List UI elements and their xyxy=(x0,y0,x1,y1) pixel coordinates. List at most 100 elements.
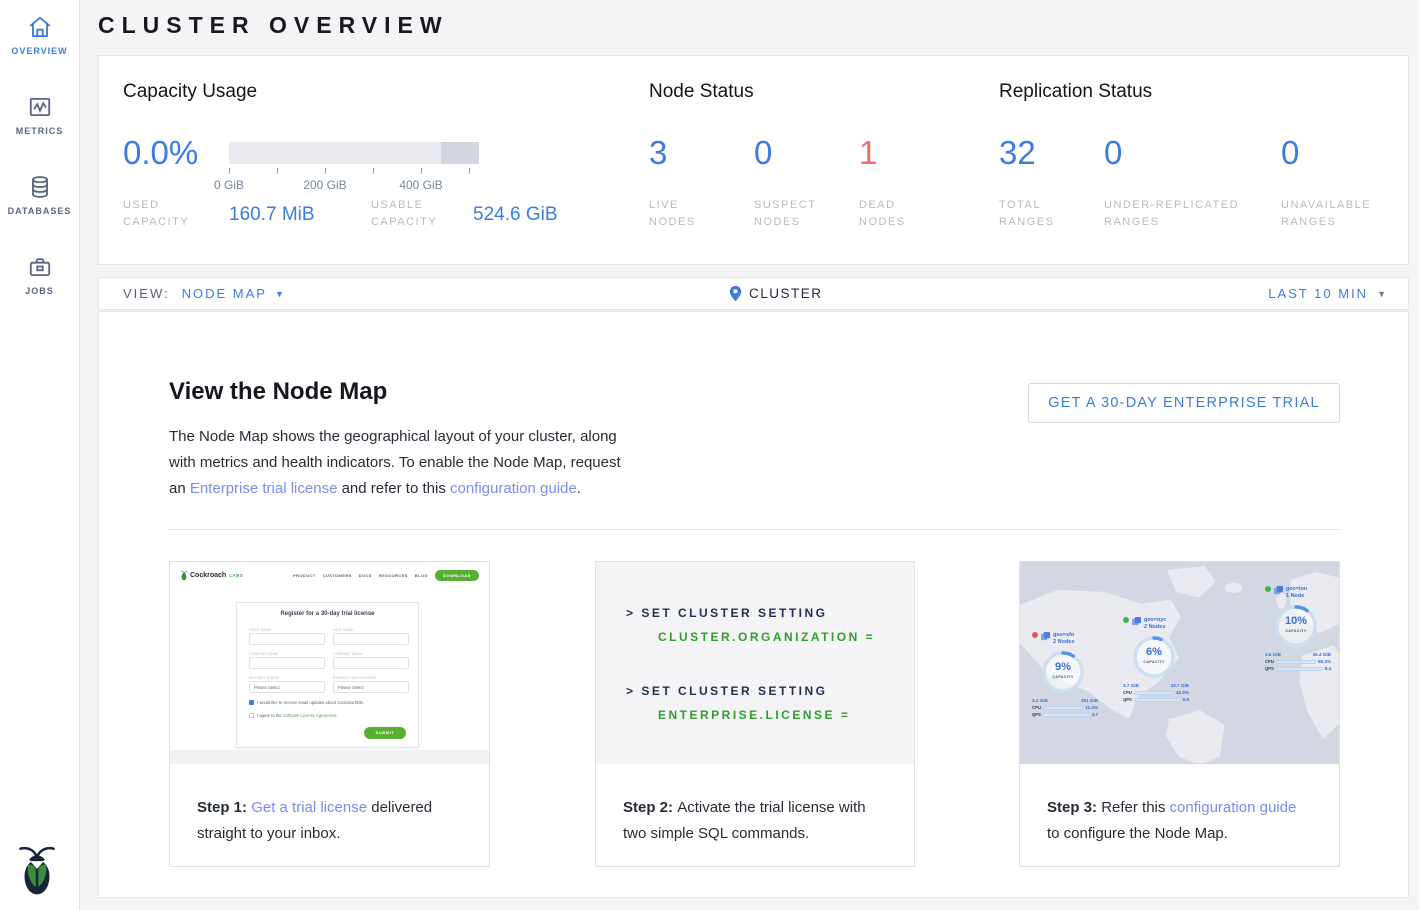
usable-capacity-value: 524.6 GiB xyxy=(473,204,558,226)
capacity-tick-label: 200 GiB xyxy=(295,178,355,192)
mini-download-button: DOWNLOAD xyxy=(435,570,479,581)
capacity-tick xyxy=(229,168,230,174)
description-text: . xyxy=(577,480,581,497)
qps-value: 4.7 xyxy=(1092,712,1098,717)
sidebar-item-label: DATABASES xyxy=(0,206,79,216)
view-toolbar: VIEW: NODE MAP ▼ CLUSTER LAST 10 MIN ▼ xyxy=(98,277,1409,310)
mini-field-label: COMPANY EMAIL xyxy=(333,652,363,656)
time-range-selector[interactable]: LAST 10 MIN ▼ xyxy=(1268,278,1386,309)
suspect-nodes-label: SUSPECT NODES xyxy=(754,197,839,231)
view-label: VIEW: xyxy=(123,286,170,301)
chevron-down-icon: ▼ xyxy=(1377,289,1386,299)
cpu-label: CPU xyxy=(1123,690,1132,695)
node-map-panel: View the Node Map The Node Map shows the… xyxy=(98,311,1409,898)
cpu-label: CPU xyxy=(1265,659,1274,664)
sidebar: OVERVIEW METRICS DATABASES JOBS xyxy=(0,0,80,910)
cpu-value: 58.3% xyxy=(1318,659,1331,664)
total-ranges-label: TOTAL RANGES xyxy=(999,197,1069,231)
sidebar-item-databases[interactable]: DATABASES xyxy=(0,174,79,216)
mini-submit-button: SUBMIT xyxy=(364,727,406,739)
unavailable-ranges-count: 0 xyxy=(1281,134,1299,172)
node-status-title: Node Status xyxy=(649,81,754,103)
replication-status-title: Replication Status xyxy=(999,81,1152,103)
live-nodes-label: LIVE NODES xyxy=(649,197,719,231)
node-map-preview: geo=sfo2 Nodes 9% CAPACITY 3.2 GiB351 Gi… xyxy=(1020,562,1339,764)
cpu-value: 42.5% xyxy=(1176,690,1189,695)
sql-line: CLUSTER.ORGANIZATION = xyxy=(658,630,875,644)
location-pin-icon xyxy=(729,285,742,302)
capacity-tick-label: 0 GiB xyxy=(199,178,259,192)
page-title: CLUSTER OVERVIEW xyxy=(98,12,449,39)
home-icon xyxy=(27,14,53,40)
locality-name: geo=nyc xyxy=(1144,617,1166,623)
capacity-caption: CAPACITY xyxy=(1131,660,1177,664)
mini-input xyxy=(333,633,409,645)
mini-website: Cockroach LABS PRODUCT CUSTOMERS DOCS RE… xyxy=(170,562,489,764)
configuration-guide-link[interactable]: configuration guide xyxy=(450,480,577,497)
view-selector[interactable]: NODE MAP xyxy=(182,286,267,301)
time-range-value: LAST 10 MIN xyxy=(1268,286,1368,301)
mini-field-label: PROJECT PHASE xyxy=(249,676,279,680)
capacity-gauge: 10% CAPACITY xyxy=(1273,603,1319,649)
step3-text: Refer this xyxy=(1101,799,1169,816)
capacity-percent: 6% xyxy=(1131,646,1177,658)
sidebar-item-label: JOBS xyxy=(0,286,79,296)
divider xyxy=(169,529,1339,530)
under-replicated-label: UNDER-REPLICATED RANGES xyxy=(1104,197,1274,231)
database-icon xyxy=(27,174,53,200)
mini-field-label: REASON FOR INTEREST xyxy=(333,676,376,680)
capacity-tick xyxy=(373,168,374,174)
get-enterprise-trial-button[interactable]: GET A 30-DAY ENTERPRISE TRIAL xyxy=(1028,383,1340,423)
capacity-percent: 9% xyxy=(1040,661,1086,673)
mini-nav-item: PRODUCT xyxy=(293,573,316,578)
mini-checkbox-checked xyxy=(249,700,254,705)
cpu-label: CPU xyxy=(1032,705,1041,710)
used-value: 3.2 GiB xyxy=(1032,698,1048,703)
dead-nodes-count: 1 xyxy=(859,134,877,172)
sidebar-item-metrics[interactable]: METRICS xyxy=(0,94,79,136)
chevron-down-icon[interactable]: ▼ xyxy=(275,289,284,299)
node-map-description: The Node Map shows the geographical layo… xyxy=(169,424,627,502)
used-value: 3.6 GiB xyxy=(1265,652,1281,657)
qps-sparkline xyxy=(1276,667,1323,671)
map-widget-nyc: geo=nyc2 Nodes 6% CAPACITY 3.7 GiB43.7 G… xyxy=(1123,617,1195,702)
suspect-nodes-count: 0 xyxy=(754,134,772,172)
mini-input xyxy=(249,657,325,669)
step3-card: geo=sfo2 Nodes 9% CAPACITY 3.2 GiB351 Gi… xyxy=(1019,561,1340,867)
mini-site-logo-suffix: LABS xyxy=(229,573,243,578)
locality-node-count: 2 Nodes xyxy=(1053,639,1074,645)
capacity-used-percent: 0.0% xyxy=(123,134,198,172)
qps-sparkline xyxy=(1043,713,1090,717)
step3-label: Step 3: xyxy=(1047,799,1101,816)
get-trial-license-link[interactable]: Get a trial license xyxy=(251,799,367,816)
step1-label: Step 1: xyxy=(197,799,251,816)
capacity-gauge: 6% CAPACITY xyxy=(1131,634,1177,680)
used-capacity-value: 160.7 MiB xyxy=(229,204,315,226)
under-replicated-count: 0 xyxy=(1104,134,1122,172)
configuration-guide-link[interactable]: configuration guide xyxy=(1170,799,1297,816)
capacity-usage-title: Capacity Usage xyxy=(123,81,257,103)
cpu-sparkline xyxy=(1134,691,1174,695)
sql-line: ENTERPRISE.LICENSE = xyxy=(658,708,850,722)
mini-form-title: Register for a 30-day trial license xyxy=(237,611,418,617)
mini-select: Please Select xyxy=(333,681,409,693)
mini-checkbox-label: I agree to the Software License Agreemen… xyxy=(257,713,338,718)
node-icon xyxy=(1041,632,1050,641)
cpu-value: 11.0% xyxy=(1085,705,1098,710)
capacity-tick xyxy=(277,168,278,174)
sidebar-item-overview[interactable]: OVERVIEW xyxy=(0,14,79,56)
sidebar-item-jobs[interactable]: JOBS xyxy=(0,254,79,296)
step2-code-image: > SET CLUSTER SETTING CLUSTER.ORGANIZATI… xyxy=(596,562,914,764)
locality-node-count: 2 Nodes xyxy=(1144,624,1165,630)
step1-screenshot: Cockroach LABS PRODUCT CUSTOMERS DOCS RE… xyxy=(170,562,489,764)
locality-name: geo=lon xyxy=(1286,586,1307,592)
enterprise-trial-license-link[interactable]: Enterprise trial license xyxy=(190,480,338,497)
sidebar-item-label: OVERVIEW xyxy=(0,46,79,56)
mini-field-label: COMPANY NAME xyxy=(249,652,279,656)
alert-status-icon xyxy=(1032,632,1038,638)
mini-nav-item: CUSTOMERS xyxy=(323,573,352,578)
qps-value: 8.4 xyxy=(1325,666,1331,671)
used-capacity-label: USED CAPACITY xyxy=(123,197,203,231)
capacity-tick xyxy=(469,168,470,174)
total-ranges-count: 32 xyxy=(999,134,1036,172)
